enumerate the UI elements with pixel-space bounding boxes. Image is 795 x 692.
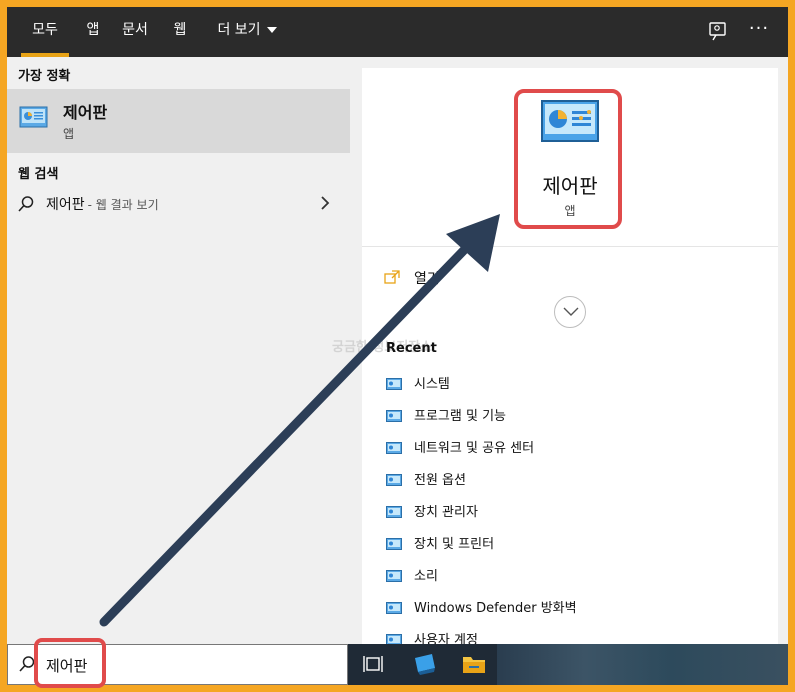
open-icon xyxy=(384,269,400,284)
control-panel-small-icon xyxy=(386,375,402,390)
search-window: 모두 앱 문서 웹 더 보기 ··· 가장 정확 제어판 앱 웹 검색 제어판 -… xyxy=(7,7,788,685)
web-search-suffix: - 웹 결과 보기 xyxy=(87,198,159,212)
best-match-type: 앱 xyxy=(63,127,75,141)
taskbar-pinned-area xyxy=(497,644,788,685)
control-panel-small-icon xyxy=(386,503,402,518)
file-explorer-icon[interactable] xyxy=(461,652,487,676)
open-label: 열기 xyxy=(414,271,440,287)
search-icon xyxy=(17,195,35,213)
highlight-box-search xyxy=(34,638,106,688)
best-match-item[interactable]: 제어판 앱 xyxy=(7,89,350,153)
control-panel-small-icon xyxy=(386,439,402,454)
task-view-icon[interactable] xyxy=(362,654,384,674)
chevron-down-icon xyxy=(563,307,579,316)
expand-button[interactable] xyxy=(554,296,586,328)
tab-more[interactable]: 더 보기 xyxy=(207,7,287,57)
taskbar xyxy=(7,644,788,685)
tab-web[interactable]: 웹 xyxy=(167,7,193,57)
chevron-right-icon[interactable] xyxy=(319,195,331,211)
control-panel-small-icon xyxy=(386,471,402,486)
feedback-icon[interactable] xyxy=(707,20,729,42)
web-search-item[interactable]: 제어판 - 웹 결과 보기 xyxy=(7,191,350,219)
tab-more-label: 더 보기 xyxy=(217,22,261,38)
recent-item-label: 프로그램 및 기능 xyxy=(414,409,506,424)
results-list: 가장 정확 제어판 앱 웹 검색 제어판 - 웹 결과 보기 xyxy=(7,57,350,644)
best-match-heading: 가장 정확 xyxy=(18,69,71,84)
recent-item-label: Windows Defender 방화벽 xyxy=(414,601,577,616)
recent-item-label: 소리 xyxy=(414,569,438,584)
recent-item-label: 네트워크 및 공유 센터 xyxy=(414,441,535,456)
web-search-text: 제어판 - 웹 결과 보기 xyxy=(46,194,159,214)
control-panel-small-icon xyxy=(386,567,402,582)
control-panel-icon xyxy=(19,106,48,128)
more-options-icon[interactable]: ··· xyxy=(747,17,771,43)
control-panel-small-icon xyxy=(386,599,402,614)
control-panel-small-icon xyxy=(386,631,402,646)
tab-apps[interactable]: 앱 xyxy=(79,7,107,57)
recent-heading: Recent xyxy=(386,341,437,356)
recent-item-label: 시스템 xyxy=(414,377,450,392)
control-panel-small-icon xyxy=(386,407,402,422)
recent-item-label: 전원 옵션 xyxy=(414,473,466,488)
recent-item-label: 장치 및 프린터 xyxy=(414,537,495,552)
tab-all[interactable]: 모두 xyxy=(21,7,69,57)
best-match-name: 제어판 xyxy=(63,103,108,122)
chevron-down-icon xyxy=(266,27,277,33)
recent-item-label: 장치 관리자 xyxy=(414,505,478,520)
control-panel-small-icon xyxy=(386,535,402,550)
pinned-app-icon[interactable] xyxy=(412,652,438,676)
highlight-box-detail xyxy=(514,89,622,229)
web-search-term: 제어판 xyxy=(46,197,85,213)
divider xyxy=(362,246,778,247)
web-search-heading: 웹 검색 xyxy=(18,167,59,182)
tab-documents[interactable]: 문서 xyxy=(115,7,155,57)
search-filter-bar: 모두 앱 문서 웹 더 보기 ··· xyxy=(7,7,788,57)
